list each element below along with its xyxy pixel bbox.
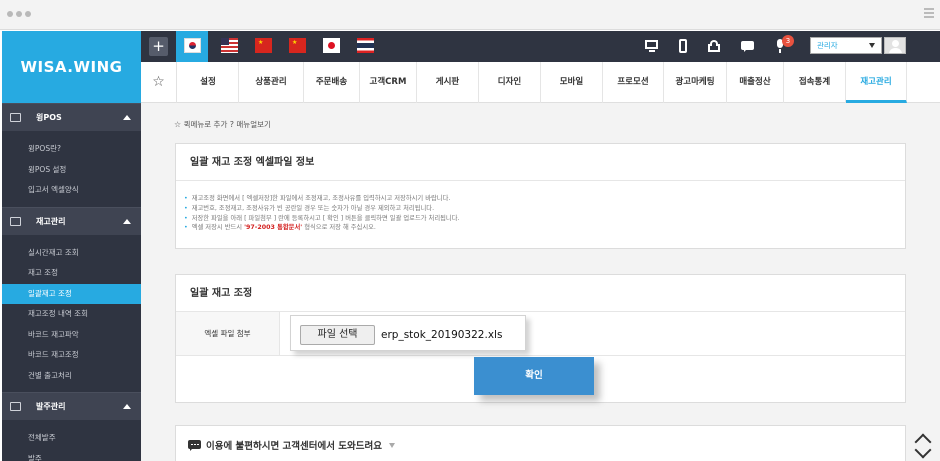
favorite-star-icon[interactable]: ☆	[141, 62, 177, 103]
flag-jp-icon[interactable]	[323, 38, 340, 53]
selected-file-name: erp_stok_20190322.xls	[381, 329, 503, 341]
sidebar-section-orders[interactable]: 발주관리	[2, 392, 141, 420]
logo[interactable]: WISA.WING	[2, 31, 141, 103]
sidebar-item[interactable]: 건별 출고처리	[2, 366, 141, 387]
flag-kr-icon	[184, 38, 201, 53]
mobile-icon[interactable]	[676, 39, 690, 53]
tab-inventory[interactable]: 재고관리	[846, 62, 907, 103]
caret-up-icon	[123, 115, 131, 120]
quick-menu-bar: ☆ 퀵메뉴로 추가 ? 매뉴얼보기	[174, 119, 271, 130]
scroll-controls[interactable]	[914, 430, 934, 461]
format-highlight: '97-2003 통합문서'	[244, 224, 303, 232]
flag-kr-tab[interactable]	[176, 31, 208, 62]
monitor-icon	[10, 113, 21, 122]
user-select[interactable]: 관리자	[810, 37, 882, 54]
chevron-down-icon	[388, 442, 395, 448]
section-title: 재고관리	[36, 216, 66, 226]
help-text: 이용에 불편하시면 고객센터에서 도와드려요	[206, 441, 382, 452]
main-nav: ☆ 설정 상품관리 주문배송 고객CRM 게시판 디자인 모바일 프로모션 광고…	[141, 62, 940, 103]
window-dot-icon	[7, 11, 13, 17]
window-dot-icon	[16, 11, 22, 17]
document-icon	[10, 402, 21, 411]
tab-products[interactable]: 상품관리	[239, 62, 304, 103]
tab-crm[interactable]: 고객CRM	[360, 62, 417, 103]
tab-sales[interactable]: 매출정산	[727, 62, 784, 103]
tab-statistics[interactable]: 접속통계	[784, 62, 846, 103]
sidebar-item[interactable]: 전체발주	[2, 428, 141, 449]
file-attach-row: 엑셀 파일 첨부 파일 선택 erp_stok_20190322.xls	[176, 312, 905, 356]
dropdown-arrow-icon	[869, 43, 875, 48]
notes-list: • 재고조정 화면에서 [ 엑셀저장]한 파일에서 조정재고, 조정사유를 입력하…	[176, 181, 905, 233]
help-bar[interactable]: 이용에 불편하시면 고객센터에서 도와드려요	[188, 438, 395, 452]
tab-settings[interactable]: 설정	[178, 62, 239, 103]
upload-card-title: 일괄 재고 조정	[176, 275, 905, 312]
note-item: • 재고조정 화면에서 [ 엑셀저장]한 파일에서 조정재고, 조정사유를 입력하…	[184, 195, 451, 202]
sidebar-item[interactable]: 입고서 엑셀양식	[2, 180, 141, 201]
flag-cn-icon[interactable]: ★	[255, 38, 272, 53]
flag-us-icon[interactable]	[221, 38, 238, 53]
basket-icon[interactable]	[707, 39, 721, 53]
help-card: 이용에 불편하시면 고객센터에서 도와드려요	[175, 425, 906, 461]
upload-card: 일괄 재고 조정 엑셀 파일 첨부 파일 선택 erp_stok_2019032…	[175, 274, 906, 403]
help-icon: ?	[229, 120, 234, 129]
window-dot-icon	[25, 11, 31, 17]
sidebar: WISA.WING 윙POS 윙POS란? 윙POS 설정 입고서 엑셀양식 재…	[2, 31, 141, 461]
file-attach-label: 엑셀 파일 첨부	[176, 312, 280, 355]
user-select-value: 관리자	[817, 41, 838, 50]
chat-icon[interactable]	[741, 39, 755, 53]
tab-design[interactable]: 디자인	[479, 62, 541, 103]
note-item: • 저장한 파일을 아래 [ 파일첨부 ] 란에 등록하시고 [ 확인 ] 버튼을…	[184, 214, 460, 222]
manual-link[interactable]: 매뉴얼보기	[236, 120, 271, 129]
note-item: • 재고번호, 조정재고, 조정사유가 빈 공란일 경우 또는 숫자가 아닐 경우…	[184, 204, 435, 212]
caret-up-icon	[123, 218, 131, 224]
avatar[interactable]	[884, 37, 906, 54]
sidebar-item[interactable]: 발주	[2, 449, 141, 461]
sidebar-item[interactable]: 재고 조정	[2, 263, 141, 284]
box-icon	[10, 216, 21, 226]
file-input[interactable]: 파일 선택 erp_stok_20190322.xls	[290, 315, 526, 351]
sidebar-item[interactable]: 바코드 재고파악	[2, 325, 141, 346]
browser-chrome	[0, 0, 940, 30]
tab-ad-marketing[interactable]: 광고마케팅	[664, 62, 727, 103]
monitor-icon[interactable]	[645, 39, 659, 53]
sidebar-section-wingpos[interactable]: 윙POS	[2, 103, 141, 131]
star-icon: ☆	[174, 120, 182, 129]
sidebar-item-active[interactable]: 일괄재고 조정	[2, 283, 141, 304]
sidebar-section-inventory[interactable]: 재고관리	[2, 206, 141, 235]
sidebar-item[interactable]: 윙POS 설정	[2, 160, 141, 181]
flag-cn-icon[interactable]: ★	[289, 38, 306, 53]
add-button[interactable]: +	[149, 37, 168, 56]
section-title: 윙POS	[36, 113, 62, 122]
main-content: ☆ 퀵메뉴로 추가 ? 매뉴얼보기 일괄 재고 조정 엑셀파일 정보 • 재고조정…	[141, 103, 940, 461]
note-item: • 엑셀 저장시 반드시 '97-2003 통합문서' 형식으로 저장 해 주십시…	[184, 224, 376, 232]
chat-icon	[188, 439, 201, 451]
sidebar-item[interactable]: 바코드 재고조정	[2, 345, 141, 366]
caret-up-icon	[123, 404, 131, 409]
top-bar: + ★ ★ 3 관리자	[141, 31, 940, 62]
flag-th-icon[interactable]	[357, 38, 374, 53]
tab-promotion[interactable]: 프로모션	[603, 62, 664, 103]
section-title: 발주관리	[36, 402, 66, 411]
choose-file-button[interactable]: 파일 선택	[300, 325, 375, 345]
info-card: 일괄 재고 조정 엑셀파일 정보 • 재고조정 화면에서 [ 엑셀저장]한 파일에…	[175, 143, 906, 249]
hamburger-menu-icon[interactable]	[924, 8, 934, 18]
confirm-button[interactable]: 확인	[474, 357, 594, 395]
tab-orders[interactable]: 주문배송	[304, 62, 360, 103]
tab-board[interactable]: 게시판	[417, 62, 479, 103]
info-card-title: 일괄 재고 조정 엑셀파일 정보	[176, 144, 905, 181]
notification-badge: 3	[782, 35, 794, 47]
sidebar-item[interactable]: 재고조정 내역 조회	[2, 304, 141, 325]
quick-menu-add-link[interactable]: 퀵메뉴로 추가	[184, 120, 228, 129]
sidebar-item[interactable]: 실시간재고 조회	[2, 243, 141, 264]
tab-mobile[interactable]: 모바일	[541, 62, 603, 103]
sidebar-item[interactable]: 윙POS란?	[2, 139, 141, 160]
